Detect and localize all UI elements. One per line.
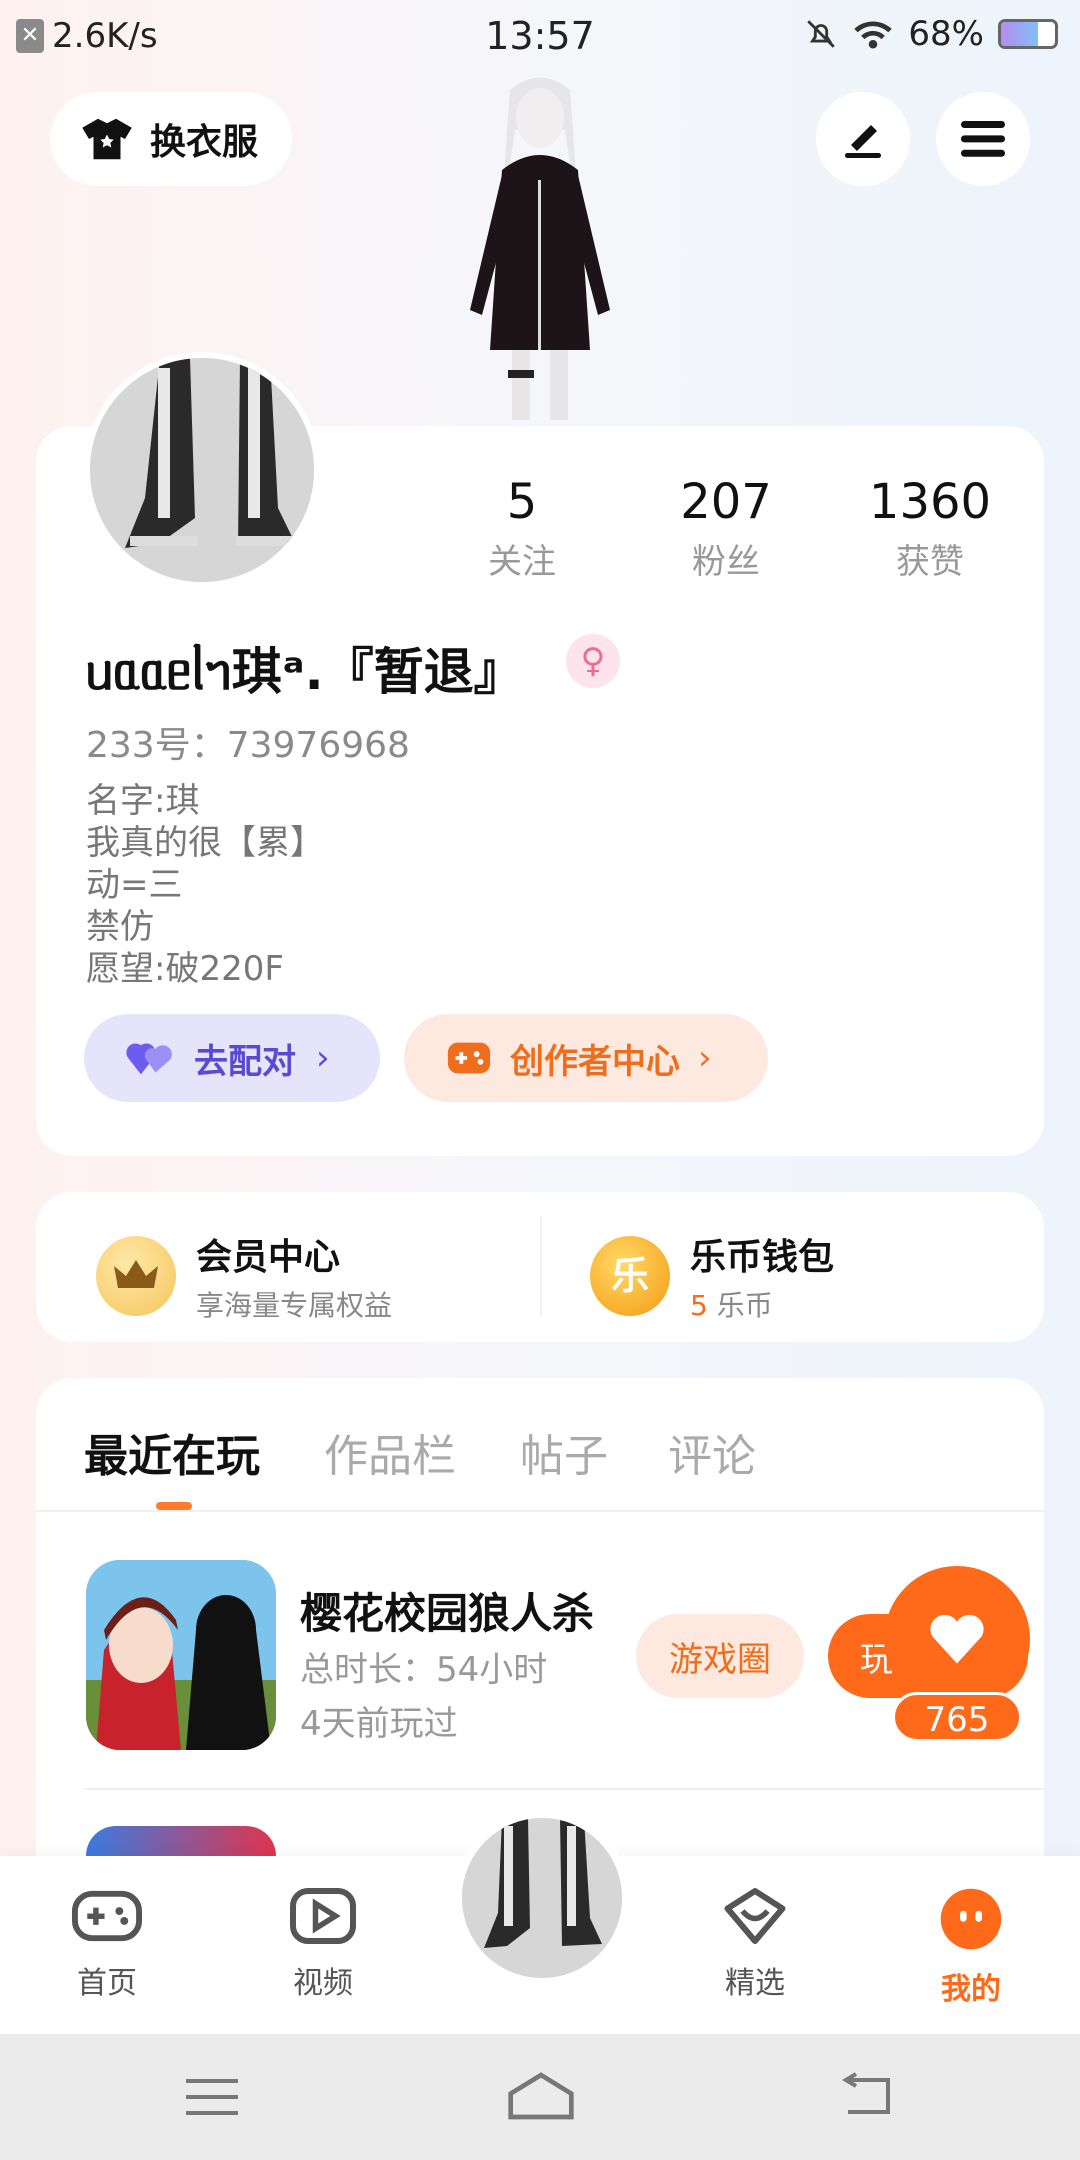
status-right: 68% [804,14,1058,54]
tab-indicator [156,1502,192,1510]
creator-center-button[interactable]: 创作者中心 › [404,1014,768,1102]
wallet-entry[interactable]: 乐 乐币钱包 5 乐币 [590,1228,834,1324]
nav-home[interactable]: 首页 [32,1886,182,2002]
nav-mine-label: 我的 [941,1972,1001,2007]
status-bar: ✕ 2.6K/s 13:57 68% [0,0,1080,72]
bio-line: 我真的很【累】 [86,823,324,863]
following-label: 关注 [488,542,556,582]
bio-line: 禁仿 [86,907,154,947]
game-name[interactable]: 樱花校园狼人杀 [300,1580,594,1641]
nav-featured[interactable]: 精选 [680,1886,830,2002]
hamburger-menu-icon [961,121,1005,157]
likes-count: 1360 [868,474,992,530]
vip-subtitle: 享海量专属权益 [196,1289,393,1322]
nav-featured-label: 精选 [725,1966,785,2001]
game-last-played: 4天前玩过 [300,1704,458,1744]
edit-profile-button[interactable] [816,92,910,186]
mute-bell-icon [807,20,836,48]
creator-center-label: 创作者中心 [510,1041,680,1082]
change-outfit-label: 换衣服 [150,122,259,163]
heart-badge-icon [724,1888,786,1944]
wifi-icon [854,21,893,49]
tshirt-icon [82,118,132,160]
change-outfit-button[interactable]: 换衣服 [50,92,292,186]
stat-likes[interactable]: 1360 获赞 [830,474,1030,583]
avatar[interactable] [84,352,320,588]
heart-icon [930,1614,984,1664]
wallet-amount: 5 [690,1289,708,1322]
bio: 名字:琪 我真的很【累】 动=三 禁仿 愿望:破220F [86,780,324,990]
bio-line: 名字:琪 [86,781,200,821]
wallet-title: 乐币钱包 [690,1237,835,1278]
user-id[interactable]: 233号：73976968 [86,716,410,768]
chevron-right-icon: › [316,1038,330,1078]
game-thumbnail [86,1560,276,1750]
home-icon[interactable] [506,2070,576,2122]
crown-icon [96,1236,176,1316]
nav-mine[interactable]: 我的 [896,1886,1046,2008]
nav-home-label: 首页 [77,1966,137,2001]
chevron-right-icon: › [698,1038,712,1078]
back-icon[interactable] [840,2072,896,2120]
likes-label: 获赞 [896,542,964,582]
game-duration: 总时长：54小时 [300,1650,548,1690]
wallet-balance: 5 乐币 [690,1284,834,1324]
tab-works[interactable]: 作品栏 [324,1420,456,1484]
like-count: 765 [892,1692,1022,1742]
nickname: ᥙᥲᥲᥱᥣᥐ琪ᵃ.『暂退』 [86,643,524,701]
tab-posts[interactable]: 帖子 [520,1420,608,1484]
menu-button[interactable] [936,92,1030,186]
recent-apps-icon[interactable] [184,2074,240,2120]
stat-followers[interactable]: 207 粉丝 [626,474,826,583]
le-coin-icon: 乐 [590,1236,670,1316]
gamepad-icon [71,1890,143,1942]
tabs-divider [36,1510,1044,1512]
face-icon [940,1888,1002,1950]
list-divider [84,1788,1044,1790]
hearts-icon [126,1043,172,1075]
avatar-image [462,1818,622,1978]
pen-icon [845,125,881,158]
vip-center-entry[interactable]: 会员中心 享海量专属权益 [96,1228,392,1324]
play-icon [290,1888,356,1944]
like-button[interactable] [884,1566,1030,1712]
bio-line: 愿望:破220F [86,949,284,989]
followers-count: 207 [680,474,772,530]
gamepad-icon [447,1042,491,1074]
member-divider [540,1216,542,1316]
game-forum-button[interactable]: 游戏圈 [636,1614,804,1698]
battery-percent: 68% [908,14,984,54]
nav-video[interactable]: 视频 [248,1886,398,2002]
following-count: 5 [506,474,538,530]
vip-title: 会员中心 [196,1237,341,1278]
game-icon[interactable] [86,1560,276,1750]
match-label: 去配对 [194,1041,296,1082]
bio-line: 动=三 [86,865,183,905]
nav-center-avatar[interactable] [454,1810,630,1986]
stat-following[interactable]: 5 关注 [422,474,622,583]
battery-icon [998,19,1058,49]
tab-recent-played[interactable]: 最近在玩 [84,1420,260,1484]
gender-female-icon: ♀ [566,634,620,688]
followers-label: 粉丝 [692,542,760,582]
nav-video-label: 视频 [293,1966,353,2001]
avatar-figure[interactable] [440,70,640,430]
tab-comments[interactable]: 评论 [668,1420,756,1484]
battery-fill [1001,22,1038,46]
match-button[interactable]: 去配对 › [84,1014,380,1102]
wallet-unit: 乐币 [716,1289,773,1322]
